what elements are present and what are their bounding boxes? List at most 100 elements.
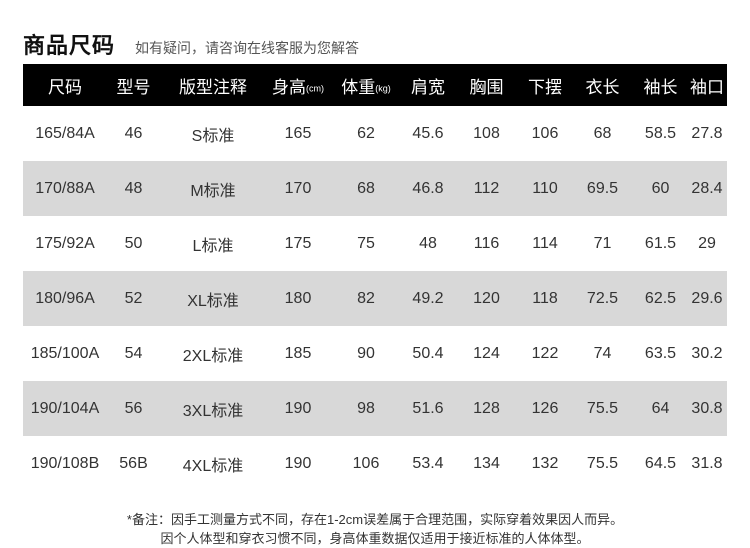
table-cell: 46	[124, 124, 143, 142]
table-cell: 116	[473, 234, 500, 252]
table-cell: 48	[419, 234, 437, 252]
column-header-label: 肩宽	[411, 77, 445, 97]
table-cell: 175	[284, 234, 312, 252]
table-cell: S标准	[191, 127, 235, 145]
footnote-line-2: 因个人体型和穿衣习惯不同，身高体重数据仅适用于接近标准的人体体型。	[160, 531, 590, 546]
column-header-label: 身高	[272, 77, 306, 97]
table-cell: 90	[357, 344, 375, 362]
table-cell: 71	[593, 234, 612, 252]
table-cell: 51.6	[412, 399, 444, 417]
table-cell: 190	[284, 454, 312, 472]
table-cell: 190	[284, 399, 312, 417]
table-cell: 56	[124, 399, 143, 417]
table-cell: 72.5	[586, 289, 619, 307]
column-header-label: 袖口	[690, 77, 724, 97]
table-cell: 118	[532, 289, 558, 307]
column-header: 袖口	[687, 73, 727, 98]
table-cell: 69.5	[586, 179, 619, 197]
table-cell: 68	[357, 179, 375, 197]
table-cell: 124	[473, 344, 500, 362]
table-cell: 175/92A	[35, 234, 95, 252]
table-cell: 62	[357, 124, 375, 142]
table-cell: M标准	[190, 182, 236, 200]
column-header-label: 型号	[116, 77, 151, 97]
table-cell: L标准	[192, 237, 234, 255]
table-cell: 75	[357, 234, 375, 252]
column-header-unit: (cm)	[306, 83, 324, 94]
table-cell: 132	[531, 454, 559, 472]
column-header: 尺码	[23, 73, 107, 98]
table-cell: 128	[473, 399, 500, 417]
page-subtitle: 如有疑问，请咨询在线客服为您解答	[135, 40, 360, 56]
table-cell: 185	[284, 344, 312, 362]
column-header-label: 衣长	[585, 77, 620, 97]
table-cell: 27.8	[691, 124, 723, 142]
size-table: 尺码 型号 版型注释 身高(cm) 体重(kg) 肩宽 胸围 下摆 衣长 袖长 袖口 165/84A…	[23, 64, 727, 491]
table-cell: 62.5	[644, 289, 677, 307]
column-header: 版型注释	[160, 73, 266, 98]
table-cell: 165/84A	[35, 124, 95, 142]
column-header-label: 袖长	[643, 77, 678, 97]
table-cell: 50.4	[412, 344, 444, 362]
table-row: 165/84A 46 S标准 165 62 45.6 108 106 68 58.5 27.8	[23, 106, 727, 161]
table-cell: 82	[357, 289, 375, 307]
column-header: 肩宽	[402, 73, 454, 98]
table-cell: 54	[124, 344, 143, 362]
table-cell: 114	[532, 234, 558, 252]
table-cell: 126	[531, 399, 559, 417]
table-cell: 61.5	[644, 234, 677, 252]
table-row: 170/88A 48 M标准 170 68 46.8 112 110 69.5 60 28.4	[23, 161, 727, 216]
page-title: 商品尺码	[23, 33, 116, 58]
table-cell: 120	[473, 289, 500, 307]
table-cell: 52	[124, 289, 143, 307]
table-cell: 106	[531, 124, 559, 142]
table-cell: 170	[284, 179, 312, 197]
column-header: 衣长	[571, 73, 634, 98]
footnote: *备注：因手工测量方式不同，存在1-2cm误差属于合理范围，实际穿着效果因人而异…	[0, 510, 750, 548]
table-cell: 180/96A	[35, 289, 95, 307]
column-header-label: 尺码	[48, 77, 82, 97]
table-row: 190/104A 56 3XL标准 190 98 51.6 128 126 75.5 64 30.8	[23, 381, 727, 436]
column-header-label: 胸围	[469, 77, 504, 97]
table-cell: 31.8	[691, 454, 723, 472]
table-cell: 56B	[119, 454, 148, 472]
table-cell: 46.8	[412, 179, 444, 197]
table-cell: 30.2	[691, 344, 723, 362]
table-row: 190/108B 56B 4XL标准 190 106 53.4 134 132 75.5 64.5…	[23, 436, 727, 491]
table-row: 185/100A 54 2XL标准 185 90 50.4 124 122 74 63.5 30.2	[23, 326, 727, 381]
table-cell: 134	[473, 454, 500, 472]
table-cell: 64	[651, 399, 670, 417]
column-header: 袖长	[634, 73, 687, 98]
table-cell: 49.2	[412, 289, 444, 307]
table-cell: 165	[284, 124, 312, 142]
table-cell: 60	[651, 179, 670, 197]
column-header-unit: (kg)	[375, 83, 391, 94]
table-cell: 74	[593, 344, 612, 362]
column-header: 下摆	[519, 73, 571, 98]
column-header-label: 下摆	[528, 77, 562, 97]
column-header: 胸围	[454, 73, 519, 98]
table-cell: 4XL标准	[182, 457, 244, 475]
table-cell: 112	[473, 179, 500, 197]
table-cell: 106	[352, 454, 380, 472]
table-cell: 28.4	[691, 179, 723, 197]
table-cell: 68	[593, 124, 612, 142]
table-header-row: 尺码 型号 版型注释 身高(cm) 体重(kg) 肩宽 胸围 下摆 衣长 袖长 袖口	[23, 64, 727, 106]
table-cell: 48	[124, 179, 143, 197]
table-cell: 122	[531, 344, 559, 362]
table-cell: 180	[284, 289, 312, 307]
table-cell: 64.5	[644, 454, 677, 472]
column-header-label: 体重	[341, 77, 376, 97]
column-header: 型号	[107, 73, 160, 98]
table-cell: 190/108B	[30, 454, 100, 472]
table-cell: 53.4	[412, 454, 444, 472]
table-cell: 63.5	[644, 344, 677, 362]
table-cell: XL标准	[187, 292, 239, 310]
table-cell: 3XL标准	[182, 402, 244, 420]
table-cell: 110	[532, 179, 558, 197]
table-cell: 185/100A	[30, 344, 100, 362]
table-cell: 190/104A	[30, 399, 100, 417]
table-cell: 98	[357, 399, 375, 417]
table-cell: 170/88A	[35, 179, 95, 197]
table-cell: 50	[124, 234, 143, 252]
